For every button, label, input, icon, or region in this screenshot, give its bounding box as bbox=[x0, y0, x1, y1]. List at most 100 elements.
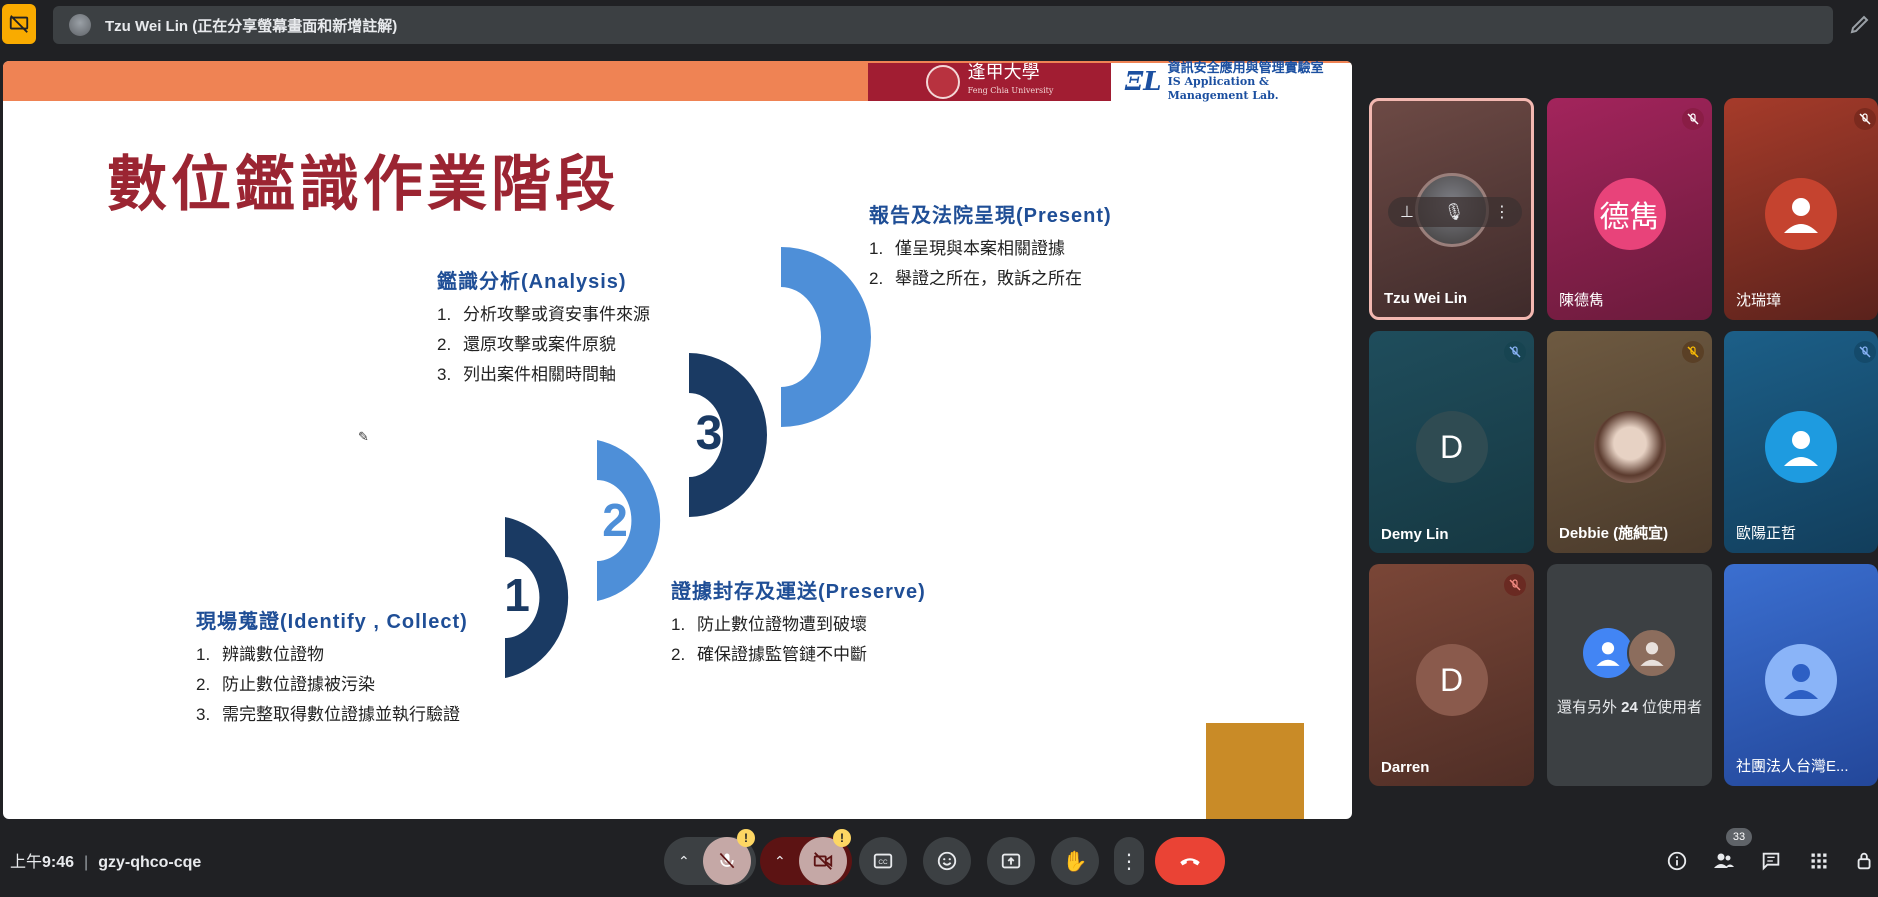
stage-title: 證據封存及運送(Preserve) bbox=[671, 581, 926, 603]
participant-avatar: D bbox=[1415, 411, 1488, 483]
emoji-reaction-button[interactable] bbox=[923, 837, 971, 885]
more-options-button[interactable]: ⋮ bbox=[1114, 837, 1144, 885]
mic-off-icon bbox=[1504, 574, 1526, 596]
end-call-icon bbox=[1180, 858, 1200, 866]
mic-off-icon bbox=[1682, 108, 1704, 130]
stage-title: 報告及法院呈現(Present) bbox=[869, 205, 1112, 227]
present-screen-button[interactable] bbox=[987, 837, 1035, 885]
chevron-up-icon[interactable]: ⌃ bbox=[678, 853, 690, 870]
stage-present: 報告及法院呈現(Present) 1. 僅呈現與本案相關證據 2. 舉證之所在，敗訴… bbox=[869, 199, 1112, 294]
time: 9:46 bbox=[42, 854, 75, 871]
camera-off-icon bbox=[813, 852, 833, 870]
participant-tile[interactable]: D Darren bbox=[1369, 564, 1534, 786]
list-item: 2. 防止數位證據被污染 bbox=[196, 675, 375, 694]
list-item: 2. 確保證據監管鏈不中斷 bbox=[671, 645, 867, 664]
captions-button[interactable]: CC bbox=[859, 837, 907, 885]
annotation-pencil-icon: ✎ bbox=[358, 429, 369, 444]
participant-avatar bbox=[1593, 411, 1666, 483]
stage-preserve: 證據封存及運送(Preserve) 1. 防止數位證物遭到破壞 2. 確保證據監管鏈… bbox=[671, 575, 926, 670]
time-prefix: 上午 bbox=[10, 854, 43, 871]
others-count-label: 還有另外 24 位使用者 bbox=[1556, 699, 1703, 716]
meeting-info: 上午9:46 | gzy-qhco-cqe bbox=[10, 854, 202, 871]
list-item: 2. 還原攻擊或案件原貌 bbox=[437, 335, 616, 354]
mic-off-icon bbox=[1854, 341, 1876, 363]
mic-off-icon bbox=[1682, 341, 1704, 363]
people-button[interactable] bbox=[1711, 848, 1737, 874]
activities-button[interactable] bbox=[1806, 848, 1832, 874]
mic-off-icon bbox=[1854, 108, 1876, 130]
camera-toggle-button[interactable]: ! bbox=[799, 829, 851, 885]
participant-name: 歐陽正哲 bbox=[1736, 525, 1797, 542]
participant-tile[interactable]: 沈瑞璋 bbox=[1724, 98, 1878, 320]
mic-off-icon bbox=[719, 852, 735, 869]
captions-icon: CC bbox=[873, 853, 893, 869]
warning-badge: ! bbox=[737, 829, 755, 847]
chat-button[interactable] bbox=[1758, 848, 1784, 874]
participant-tile[interactable]: 歐陽正哲 bbox=[1724, 331, 1878, 553]
stage-identify-collect: 現場蒐證(Identify , Collect) 1. 辨識數位證物 2. 防止數位… bbox=[196, 605, 468, 730]
participant-avatar bbox=[1765, 178, 1837, 250]
stage-title: 鑑識分析(Analysis) bbox=[437, 271, 627, 293]
participant-tile[interactable]: Debbie (施純宜) bbox=[1547, 331, 1712, 553]
participant-name: Demy Lin bbox=[1381, 526, 1449, 543]
svg-text:CC: CC bbox=[878, 859, 888, 866]
others-tile[interactable]: 還有另外 24 位使用者 bbox=[1547, 564, 1712, 786]
mic-icon[interactable]: 🎙 bbox=[1444, 202, 1464, 222]
list-item: 2. 舉證之所在，敗訴之所在 bbox=[869, 269, 1082, 288]
tile-hover-controls[interactable]: ⊥ 🎙 ⋮ bbox=[1388, 197, 1522, 227]
apps-grid-icon bbox=[1811, 853, 1827, 869]
arc-2-number: 2 bbox=[602, 494, 628, 546]
raise-hand-button[interactable]: ✋ bbox=[1051, 837, 1099, 885]
chevron-up-icon[interactable]: ⌃ bbox=[774, 853, 786, 870]
arc-4-number: 4 bbox=[788, 320, 813, 369]
mic-off-icon bbox=[1504, 341, 1526, 363]
list-item: 3. 需完整取得數位證據並執行驗證 bbox=[196, 705, 460, 724]
participant-avatar: 德雋 bbox=[1593, 178, 1666, 250]
list-item: 3. 列出案件相關時間軸 bbox=[437, 365, 616, 384]
shared-slide: 逢甲大學 Feng Chia University ΞL 資訊安全應用與管理實驗… bbox=[3, 61, 1352, 819]
info-icon bbox=[1667, 851, 1687, 871]
emoji-icon bbox=[937, 851, 957, 871]
participant-avatar bbox=[1627, 628, 1677, 678]
list-item: 1. 僅呈現與本案相關證據 bbox=[869, 239, 1065, 258]
presenter-label: Tzu Wei Lin (正在分享螢幕畫面和新增註解) bbox=[105, 17, 398, 35]
pin-icon[interactable]: ⊥ bbox=[1400, 202, 1414, 222]
participant-avatar bbox=[1765, 411, 1837, 483]
leave-call-button[interactable] bbox=[1155, 837, 1225, 885]
annotate-pen-icon[interactable] bbox=[1848, 12, 1874, 38]
more-options-icon[interactable]: ⋮ bbox=[1494, 202, 1510, 222]
present-icon bbox=[1001, 853, 1021, 869]
participant-name: 社團法人台灣E... bbox=[1736, 758, 1849, 775]
participant-tile[interactable]: D Demy Lin bbox=[1369, 331, 1534, 553]
participant-name: Darren bbox=[1381, 759, 1430, 776]
participant-avatar bbox=[1765, 644, 1837, 716]
list-item: 1. 分析攻擊或資安事件來源 bbox=[437, 305, 650, 324]
participant-name: Tzu Wei Lin bbox=[1384, 290, 1468, 307]
participant-name: 沈瑞璋 bbox=[1736, 292, 1782, 309]
more-vert-icon: ⋮ bbox=[1119, 850, 1139, 873]
meeting-code: gzy-qhco-cqe bbox=[98, 854, 202, 871]
participant-tile[interactable]: ⊥ 🎙 ⋮ Tzu Wei Lin bbox=[1369, 98, 1534, 320]
presenter-avatar bbox=[69, 14, 91, 36]
stage-title: 現場蒐證(Identify , Collect) bbox=[196, 611, 468, 633]
people-count-badge: 33 bbox=[1726, 828, 1752, 846]
screen-share-off-icon[interactable] bbox=[2, 4, 36, 44]
participant-avatar bbox=[1583, 628, 1633, 678]
hand-icon: ✋ bbox=[1062, 850, 1088, 873]
people-icon bbox=[1714, 853, 1734, 868]
participant-name: 陳德雋 bbox=[1559, 292, 1605, 309]
stage-analysis: 鑑識分析(Analysis) 1. 分析攻擊或資安事件來源 2. 還原攻擊或案件原貌… bbox=[437, 265, 650, 390]
participant-name: Debbie (施純宜) bbox=[1559, 525, 1669, 542]
meeting-details-button[interactable] bbox=[1664, 848, 1690, 874]
host-controls-button[interactable] bbox=[1852, 848, 1878, 874]
lock-person-icon bbox=[1857, 852, 1871, 870]
arc-3-number: 3 bbox=[696, 407, 723, 460]
participant-tile[interactable]: 德雋 陳德雋 bbox=[1547, 98, 1712, 320]
chat-icon bbox=[1762, 852, 1780, 871]
list-item: 1. 辨識數位證物 bbox=[196, 645, 324, 664]
arc-1-number: 1 bbox=[504, 569, 530, 621]
participant-tile[interactable]: 社團法人台灣E... bbox=[1724, 564, 1878, 786]
mic-toggle-button[interactable]: ! bbox=[703, 829, 755, 885]
participant-avatar: D bbox=[1415, 644, 1488, 716]
decorative-square bbox=[1206, 723, 1304, 819]
